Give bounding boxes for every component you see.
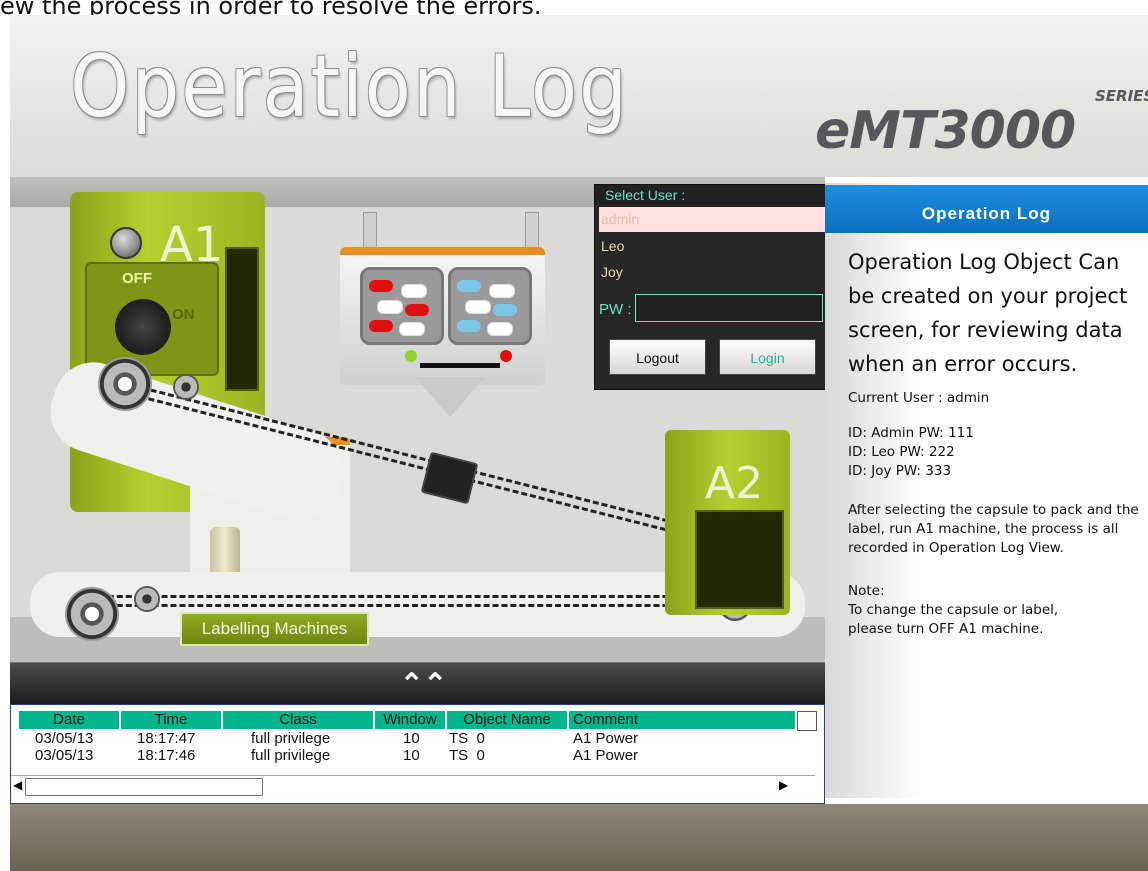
blue-capsule-bin[interactable] bbox=[448, 267, 532, 345]
scrollbar-thumb[interactable] bbox=[25, 778, 263, 796]
a2-label: A2 bbox=[705, 458, 764, 509]
user-option-leo[interactable]: Leo bbox=[599, 234, 825, 259]
pulley-wheel-icon bbox=[65, 587, 119, 641]
current-user-text: Current User : admin bbox=[848, 390, 990, 406]
description-text: After selecting the capsule to pack and … bbox=[848, 502, 1139, 556]
table-row[interactable]: 03/05/13 18:17:46 full privilege 10 TS 0… bbox=[19, 748, 797, 764]
a1-switch-panel: OFF ON bbox=[85, 262, 219, 376]
cell-class: full privilege bbox=[251, 730, 331, 747]
password-input[interactable] bbox=[635, 294, 823, 322]
cell-date: 03/05/13 bbox=[35, 747, 94, 764]
app-header: Operation Log eMT3000 SERIES bbox=[10, 15, 1148, 177]
operation-log-table: Date Time Class Window Object Name Comme… bbox=[10, 704, 825, 804]
page-title: Operation Log bbox=[70, 37, 629, 137]
table-header: Date Time Class Window Object Name Comme… bbox=[19, 711, 797, 729]
vertical-scrollbar[interactable] bbox=[797, 711, 817, 731]
log-toggle-bar[interactable]: ⌃⌃ bbox=[10, 662, 825, 705]
roller-icon bbox=[134, 586, 160, 612]
user-option-joy[interactable]: Joy bbox=[599, 260, 825, 285]
cell-window: 10 bbox=[403, 747, 420, 764]
a1-power-switch[interactable] bbox=[115, 299, 171, 355]
hopper-funnel bbox=[415, 377, 485, 417]
red-capsule-bin[interactable] bbox=[360, 267, 444, 345]
login-button[interactable]: Login bbox=[719, 339, 816, 375]
a1-on-label: ON bbox=[172, 306, 195, 323]
column-header-object-name[interactable]: Object Name bbox=[447, 711, 569, 729]
column-header-window[interactable]: Window bbox=[375, 711, 447, 729]
machine-a2: A2 bbox=[665, 430, 790, 615]
bottom-strip bbox=[10, 804, 1148, 871]
cell-time: 18:17:47 bbox=[137, 730, 196, 747]
cell-date: 03/05/13 bbox=[35, 730, 94, 747]
column-header-class[interactable]: Class bbox=[223, 711, 375, 729]
column-header-time[interactable]: Time bbox=[121, 711, 223, 729]
cell-time: 18:17:46 bbox=[137, 747, 196, 764]
cell-class: full privilege bbox=[251, 747, 331, 764]
column-header-comment[interactable]: Comment bbox=[569, 711, 797, 729]
package-box bbox=[420, 451, 479, 505]
cell-window: 10 bbox=[403, 730, 420, 747]
select-user-label: Select User : bbox=[595, 185, 838, 205]
a1-status-lamp-icon bbox=[110, 227, 142, 259]
a2-display-slot bbox=[695, 510, 784, 609]
double-chevron-up-icon[interactable]: ⌃⌃ bbox=[400, 667, 447, 700]
info-panel: Operation Log Operation Log Object Can b… bbox=[825, 183, 1148, 798]
table-row[interactable]: 03/05/13 18:17:47 full privilege 10 TS 0… bbox=[19, 731, 797, 747]
info-panel-title: Operation Log bbox=[825, 185, 1148, 233]
cell-object-name: TS 0 bbox=[449, 730, 485, 747]
hopper-slider[interactable] bbox=[420, 363, 500, 368]
logout-button[interactable]: Logout bbox=[609, 339, 706, 375]
cell-comment: A1 Power bbox=[573, 730, 639, 747]
pulley-wheel-icon bbox=[98, 357, 152, 411]
info-panel-body: Operation Log Object Can be created on y… bbox=[848, 245, 1148, 639]
a1-off-label: OFF bbox=[122, 270, 152, 287]
note-text: Note: To change the capsule or label, pl… bbox=[848, 583, 1059, 637]
roller-icon bbox=[173, 374, 199, 400]
labelling-machines-button[interactable]: Labelling Machines bbox=[180, 612, 369, 646]
cell-object-name: TS 0 bbox=[449, 747, 485, 764]
column-header-date[interactable]: Date bbox=[19, 711, 121, 729]
a1-display-slot bbox=[225, 247, 259, 391]
credentials-text: ID: Admin PW: 111 ID: Leo PW: 222 ID: Jo… bbox=[848, 425, 974, 479]
green-indicator-icon bbox=[405, 350, 417, 362]
horizontal-scrollbar[interactable]: ◀ ▶ bbox=[11, 775, 815, 796]
user-option-admin[interactable]: admin bbox=[599, 207, 825, 232]
lower-conveyor-belt bbox=[90, 595, 740, 607]
password-label: PW : bbox=[599, 301, 632, 318]
triangle-left-icon[interactable]: ◀ bbox=[13, 778, 22, 792]
cell-comment: A1 Power bbox=[573, 747, 639, 764]
red-indicator-icon bbox=[500, 350, 512, 362]
user-login-panel: Select User : admin Leo Joy PW : Logout … bbox=[594, 184, 838, 390]
brand-logo: eMT3000 bbox=[815, 101, 1076, 161]
capsule-hopper bbox=[340, 247, 545, 385]
brand-series: SERIES bbox=[1095, 87, 1148, 105]
triangle-right-icon[interactable]: ▶ bbox=[779, 778, 788, 792]
info-lead-text: Operation Log Object Can be created on y… bbox=[848, 250, 1128, 376]
